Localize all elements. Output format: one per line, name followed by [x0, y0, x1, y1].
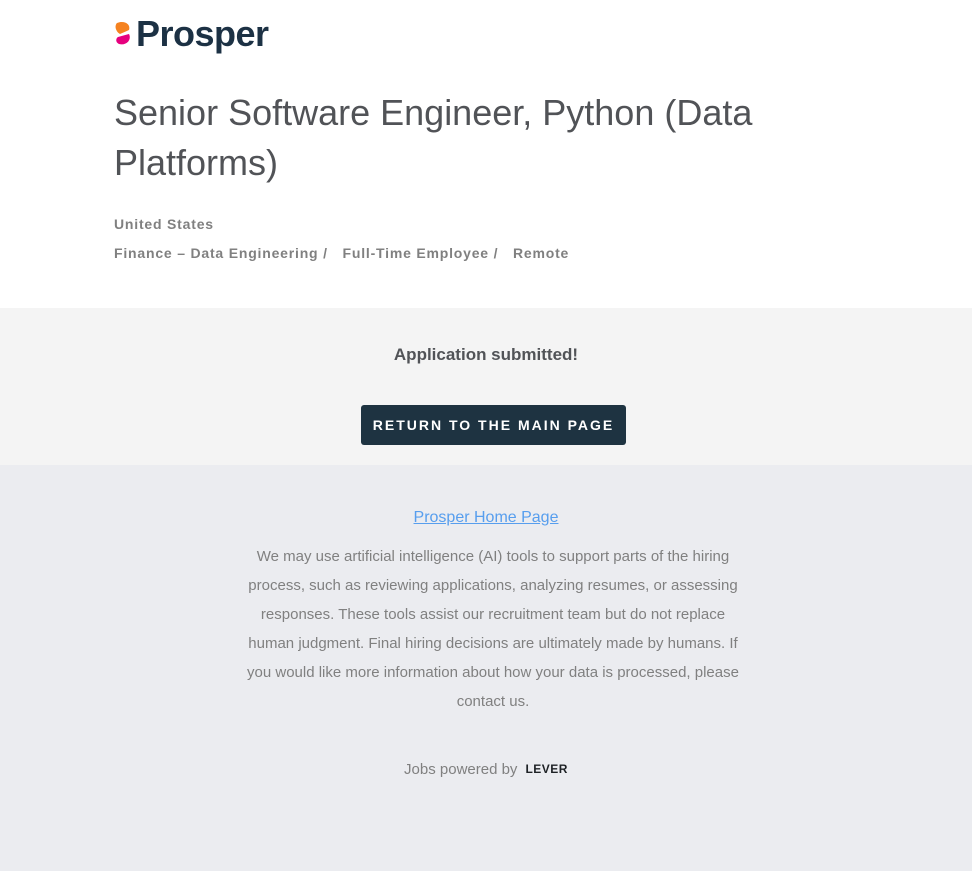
job-categories: Finance – Data Engineering / Full-Time E…	[114, 245, 569, 261]
prosper-logo[interactable]: Prosper	[114, 14, 269, 54]
return-to-main-page-button[interactable]: RETURN TO THE MAIN PAGE	[361, 405, 626, 445]
job-workplace: Remote	[512, 245, 570, 261]
job-header: Prosper Senior Software Engineer, Python…	[0, 0, 972, 308]
prosper-home-page-link[interactable]: Prosper Home Page	[0, 509, 972, 527]
powered-by[interactable]: Jobs powered by LEVER	[0, 761, 972, 778]
job-team: Finance – Data Engineering /	[114, 245, 328, 261]
job-commitment: Full-Time Employee /	[342, 245, 499, 261]
job-title: Senior Software Engineer, Python (Data P…	[114, 92, 753, 183]
page-footer: Prosper Home Page We may use artificial …	[0, 465, 972, 871]
job-location: United States	[114, 216, 214, 232]
logo-text: Prosper	[136, 13, 269, 54]
prosper-logo-icon	[115, 21, 130, 45]
application-confirmation: Application submitted! RETURN TO THE MAI…	[0, 308, 972, 465]
confirmation-message: Application submitted!	[393, 345, 579, 364]
lever-logo: LEVER	[525, 762, 568, 776]
powered-by-text: Jobs powered by	[404, 761, 518, 778]
ai-disclaimer: We may use artificial intelligence (AI) …	[247, 548, 739, 710]
